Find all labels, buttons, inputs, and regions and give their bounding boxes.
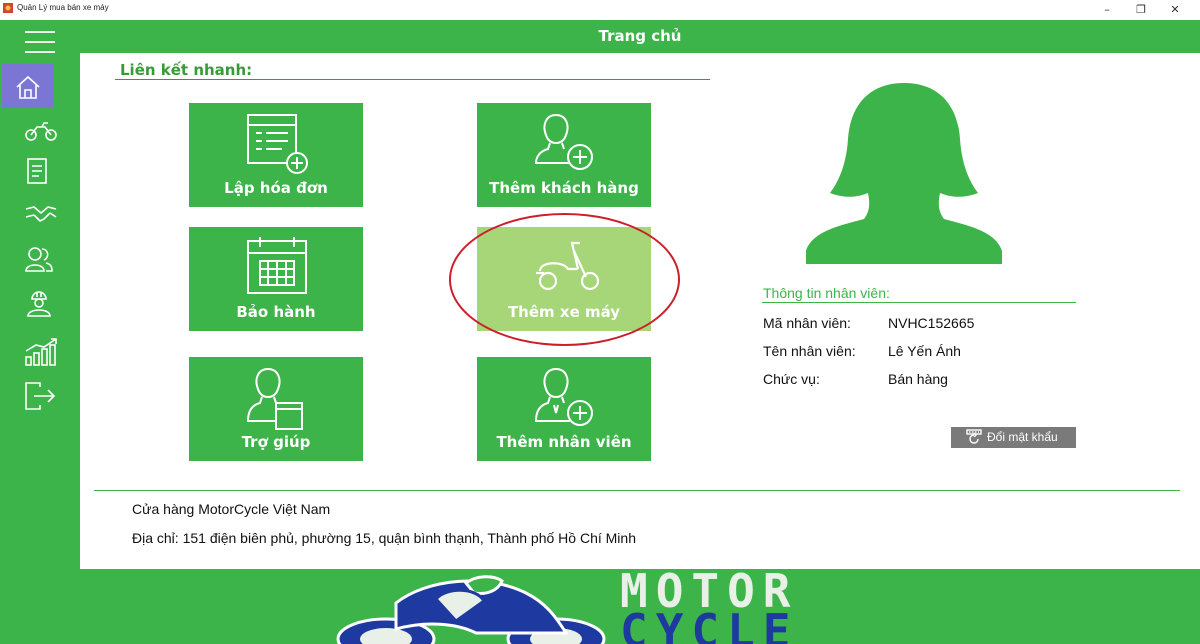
tile-label: Thêm xe máy: [507, 303, 621, 321]
employee-name-row: Tên nhân viên: Lê Yến Ánh: [763, 343, 961, 359]
sidebar-item-motorbikes[interactable]: [0, 108, 80, 152]
employee-role-value: Bán hàng: [888, 371, 948, 387]
password-reset-icon: [966, 429, 982, 444]
scooter-icon: [536, 241, 600, 291]
tile-label: Trợ giúp: [241, 433, 311, 451]
employee-id-label: Mã nhân viên:: [763, 315, 851, 331]
app-icon: [3, 3, 13, 13]
tile-label: Bảo hành: [236, 303, 316, 321]
sidebar-item-staff[interactable]: [0, 280, 80, 324]
invoice-icon: [27, 158, 47, 184]
logout-icon: [25, 382, 56, 410]
employee-add-icon: [534, 367, 593, 426]
footer-divider: [94, 490, 1180, 491]
tile-add-employee[interactable]: Thêm nhân viên: [477, 357, 651, 461]
brand-banner: MOTOR CYCLE: [80, 569, 1200, 644]
maximize-button[interactable]: ❐: [1126, 0, 1156, 20]
tile-help[interactable]: Trợ giúp: [189, 357, 363, 461]
help-icon: [246, 367, 303, 430]
tile-add-customer[interactable]: Thêm khách hàng: [477, 103, 651, 207]
employee-id-value: NVHC152665: [888, 315, 975, 331]
employee-info-title: Thông tin nhân viên:: [763, 285, 890, 301]
store-address: Địa chỉ: 151 điện biên phủ, phường 15, q…: [132, 530, 636, 546]
header-bar: Trang chủ: [80, 20, 1200, 53]
employee-name-label: Tên nhân viên:: [763, 343, 856, 359]
sidebar-item-home[interactable]: [2, 64, 53, 108]
employee-role-row: Chức vụ: Bán hàng: [763, 371, 948, 387]
invoice-add-icon: [247, 114, 308, 174]
chart-icon: [25, 338, 57, 366]
sidebar-item-deals[interactable]: [0, 192, 80, 236]
tile-label: Thêm nhân viên: [496, 433, 632, 451]
page-title: Trang chủ: [598, 27, 682, 45]
hamburger-menu-icon[interactable]: [25, 31, 57, 55]
change-password-button[interactable]: Đổi mật khẩu: [951, 427, 1076, 448]
quick-links-title: Liên kết nhanh:: [120, 61, 253, 79]
sidebar-item-logout[interactable]: [0, 372, 80, 416]
sidebar-item-statistics[interactable]: [0, 328, 80, 372]
customers-icon: [25, 247, 53, 272]
motorbike-icon: [25, 122, 57, 141]
employee-avatar: [806, 83, 1002, 264]
employee-info-divider: [762, 302, 1076, 303]
calendar-icon: [247, 237, 307, 294]
change-password-label: Đổi mật khẩu: [987, 430, 1058, 444]
tile-create-invoice[interactable]: Lập hóa đơn: [189, 103, 363, 207]
home-icon: [16, 75, 40, 99]
tile-add-motorbike[interactable]: Thêm xe máy: [477, 227, 651, 331]
tile-label: Lập hóa đơn: [224, 179, 328, 197]
employee-name-value: Lê Yến Ánh: [888, 343, 961, 359]
user-add-icon: [534, 113, 593, 170]
quick-links-divider: [115, 79, 710, 80]
window-title: Quản Lý mua bán xe máy: [17, 3, 109, 12]
store-name: Cửa hàng MotorCycle Việt Nam: [132, 501, 331, 517]
tile-warranty[interactable]: Bảo hành: [189, 227, 363, 331]
sidebar-item-invoices[interactable]: [0, 148, 80, 192]
window-titlebar: Quản Lý mua bán xe máy – ❐ ✕: [0, 0, 1200, 20]
sidebar-item-customers[interactable]: [0, 236, 80, 280]
motorcycle-logo-icon: [336, 575, 606, 644]
tile-label: Thêm khách hàng: [489, 179, 639, 197]
worker-icon: [27, 291, 51, 317]
brand-line2: CYCLE: [620, 604, 799, 644]
handshake-icon: [25, 206, 57, 222]
sidebar: [0, 20, 80, 644]
close-button[interactable]: ✕: [1160, 0, 1190, 20]
employee-id-row: Mã nhân viên: NVHC152665: [763, 315, 974, 331]
employee-role-label: Chức vụ:: [763, 371, 820, 387]
brand-logo-text: MOTOR CYCLE: [620, 569, 799, 644]
minimize-button[interactable]: –: [1092, 0, 1122, 20]
